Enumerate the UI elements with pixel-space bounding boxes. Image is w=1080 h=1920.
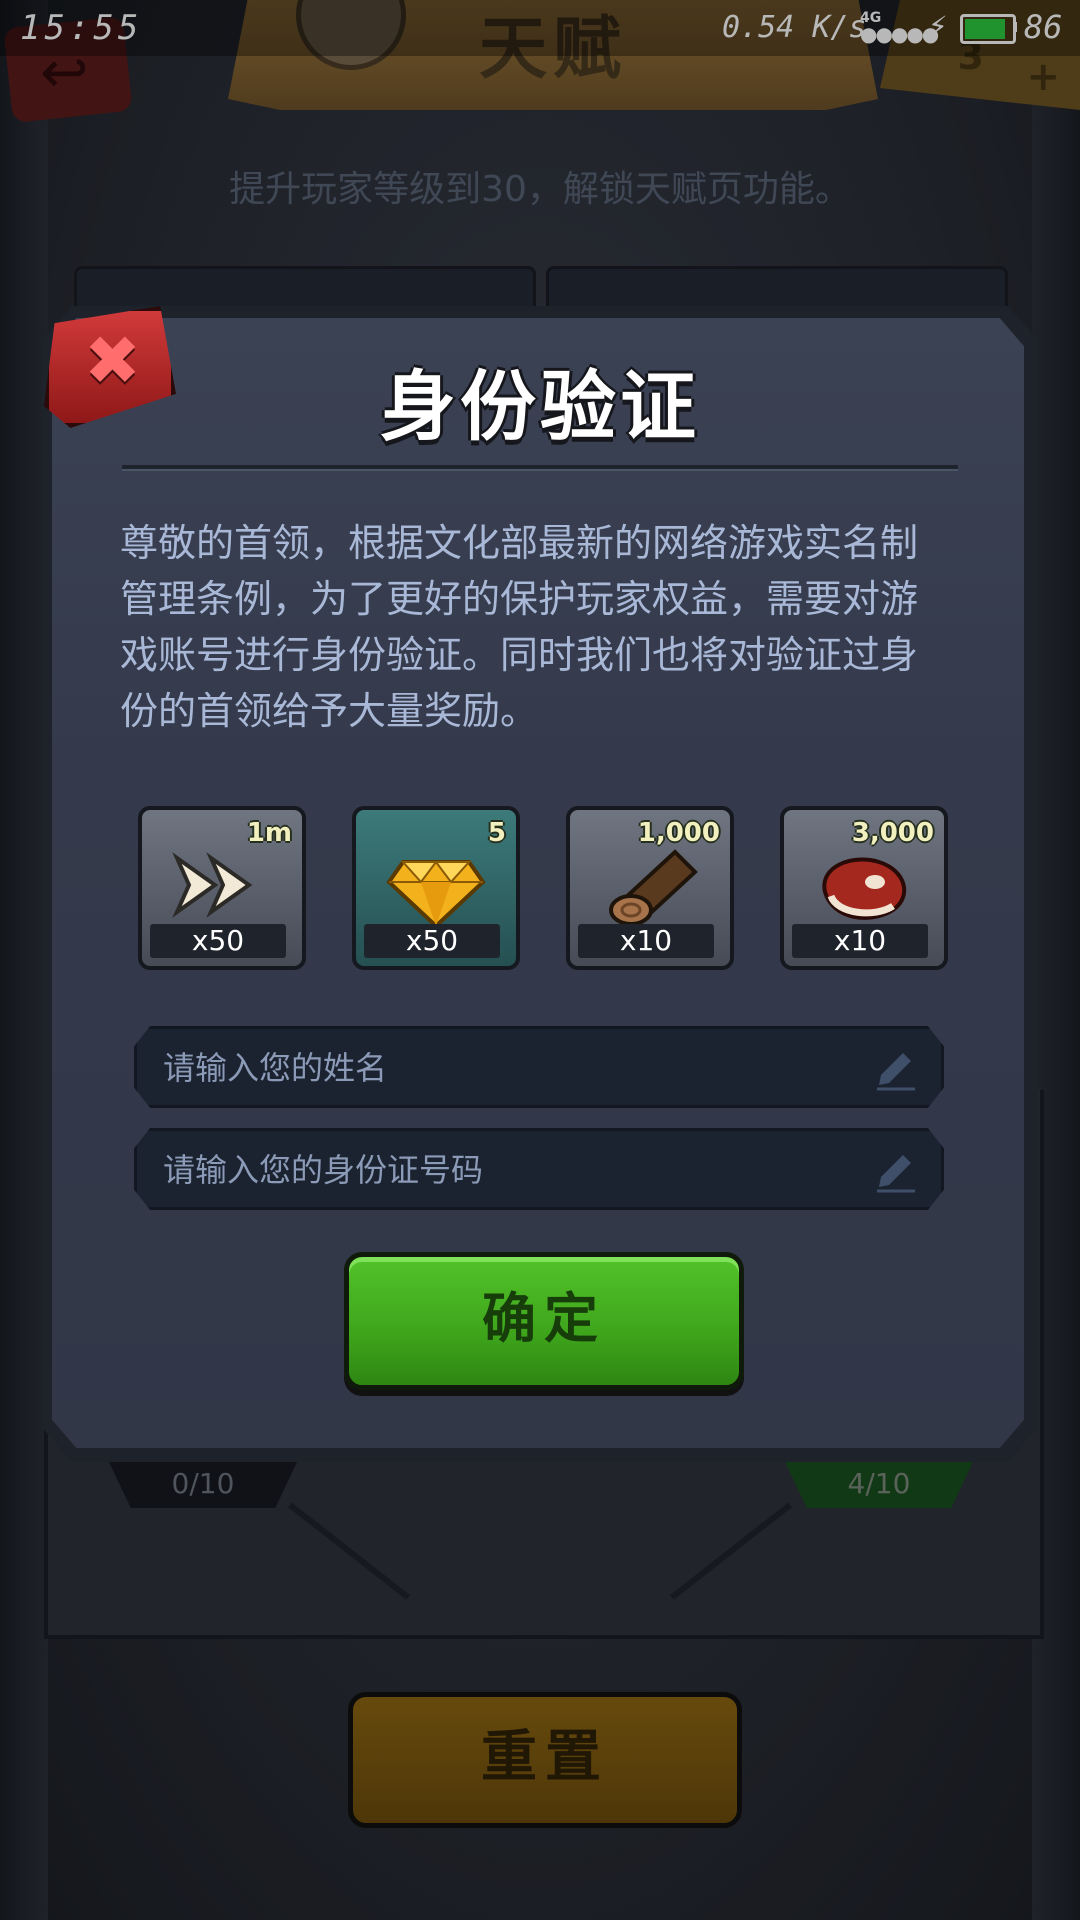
reward-qty: x10 — [578, 924, 714, 958]
gem-icon — [386, 860, 486, 929]
name-field[interactable] — [134, 1026, 944, 1108]
reward-qty: x50 — [150, 924, 286, 958]
wood-log-icon — [609, 849, 698, 926]
confirm-button[interactable]: 确定 — [344, 1252, 744, 1390]
reward-meat: 3,000 x10 — [780, 806, 948, 970]
name-input[interactable] — [161, 1029, 845, 1107]
dialog-message: 尊敬的首领，根据文化部最新的网络游戏实名制管理条例，为了更好的保护玩家权益，需要… — [120, 521, 919, 733]
title-divider — [122, 465, 958, 471]
meat-icon — [822, 857, 907, 920]
reward-gem: 5 x50 — [352, 806, 520, 970]
close-icon[interactable]: ✖ — [84, 322, 141, 401]
id-number-input[interactable] — [161, 1131, 845, 1209]
id-number-field[interactable] — [134, 1128, 944, 1210]
reward-speedup: 1m x50 — [138, 806, 306, 970]
dialog-title: 身份验证 — [380, 362, 700, 451]
reward-wood: 1,000 x10 — [566, 806, 734, 970]
reward-qty: x50 — [364, 924, 500, 958]
reward-qty: x10 — [792, 924, 928, 958]
speedup-arrows-icon — [172, 852, 253, 918]
pencil-icon — [877, 1155, 915, 1193]
pencil-icon — [877, 1053, 915, 1091]
